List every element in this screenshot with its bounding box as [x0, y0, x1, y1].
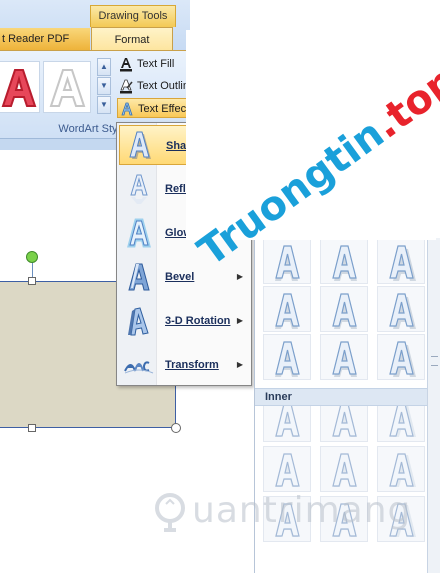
shadow-preset-tile[interactable] — [263, 446, 311, 492]
resize-handle-bottom[interactable] — [28, 424, 36, 432]
watermark-bottom-text: uantrimang — [192, 490, 412, 531]
glow-effect-icon — [127, 218, 151, 248]
menu-item-transform-label: Transform — [165, 359, 219, 371]
shadow-preset-icon — [389, 453, 416, 487]
text-effects-label: Text Effects — [138, 103, 190, 115]
shadow-preset-icon — [389, 293, 416, 329]
gallery-more-button[interactable]: ▼ — [97, 96, 111, 114]
menu-item-transform[interactable]: Transform ▶ — [119, 345, 249, 385]
gallery-scroll-up-button[interactable]: ▲ — [97, 58, 111, 76]
menu-item-3d-rotation[interactable]: 3-D Rotation ▶ — [119, 301, 249, 341]
wordart-red-fill-style-icon — [1, 69, 37, 107]
text-effects-icon — [121, 102, 133, 116]
rotation-handle[interactable] — [26, 251, 38, 263]
shadow-preset-icon — [275, 245, 300, 281]
submenu-arrow-icon: ▶ — [236, 272, 243, 281]
text-effects-button[interactable]: Text Effects — [117, 98, 190, 118]
shadow-effect-icon — [129, 131, 151, 159]
submenu-arrow-icon: ▶ — [236, 316, 243, 325]
text-outline-label: Text Outline — [137, 80, 190, 92]
shadow-preset-tile[interactable] — [377, 446, 425, 492]
submenu-arrow-icon: ▶ — [236, 360, 243, 369]
shadow-preset-icon — [275, 453, 300, 487]
shadow-preset-tile[interactable] — [377, 238, 425, 284]
shadow-preset-icon — [389, 341, 416, 377]
resize-handle-bottom-right[interactable] — [171, 423, 181, 433]
wordart-white-outline-style-icon — [49, 69, 86, 107]
shadow-preset-tile[interactable] — [320, 334, 368, 380]
shadow-preset-icon — [332, 341, 357, 377]
3d-rotation-effect-icon — [128, 307, 149, 336]
tab-format[interactable]: Format — [91, 27, 173, 52]
resize-handle-top[interactable] — [28, 277, 36, 285]
shadow-preset-icon — [389, 245, 416, 281]
wordart-style-white[interactable] — [43, 61, 91, 113]
text-fill-label: Text Fill — [137, 58, 175, 70]
submenu-scrollbar[interactable] — [427, 238, 440, 573]
shadow-preset-icon — [332, 293, 357, 329]
menu-item-bevel-label: Bevel — [165, 271, 195, 283]
shadow-preset-tile[interactable] — [263, 334, 311, 380]
shadow-preset-tile[interactable] — [320, 446, 368, 492]
scrollbar-grip[interactable] — [431, 356, 438, 366]
shadow-preset-tile[interactable] — [377, 286, 425, 332]
transform-effect-icon — [124, 361, 154, 374]
gallery-scroll-down-button[interactable]: ▼ — [97, 77, 111, 95]
text-outline-icon — [120, 79, 133, 94]
shadow-preset-icon — [275, 341, 300, 377]
text-outline-button[interactable]: Text Outline — [117, 76, 190, 96]
shadow-preset-tile[interactable] — [320, 238, 368, 284]
text-fill-icon — [120, 58, 132, 72]
gallery-scroll: ▲ ▼ ▼ — [97, 58, 111, 116]
bevel-effect-icon — [128, 263, 150, 291]
text-fill-button[interactable]: Text Fill — [117, 54, 190, 74]
shadow-preset-tile[interactable] — [263, 238, 311, 284]
lightbulb-logo-icon — [155, 493, 185, 532]
shadow-preset-icon — [332, 245, 357, 281]
shadow-preset-tile[interactable] — [377, 334, 425, 380]
section-header-inner: Inner — [255, 388, 427, 406]
shadow-preset-tile[interactable] — [320, 286, 368, 332]
reflection-effect-icon — [130, 174, 148, 204]
shadow-preset-icon — [275, 293, 300, 329]
menu-item-3d-rotation-label: 3-D Rotation — [165, 315, 231, 327]
wordart-style-red[interactable] — [0, 61, 40, 113]
shadow-preset-icon — [332, 453, 357, 487]
contextual-tab-group-label: Drawing Tools — [90, 5, 176, 27]
tab-reader-pdf[interactable]: t Reader PDF — [0, 28, 90, 50]
shadow-preset-tile[interactable] — [263, 286, 311, 332]
